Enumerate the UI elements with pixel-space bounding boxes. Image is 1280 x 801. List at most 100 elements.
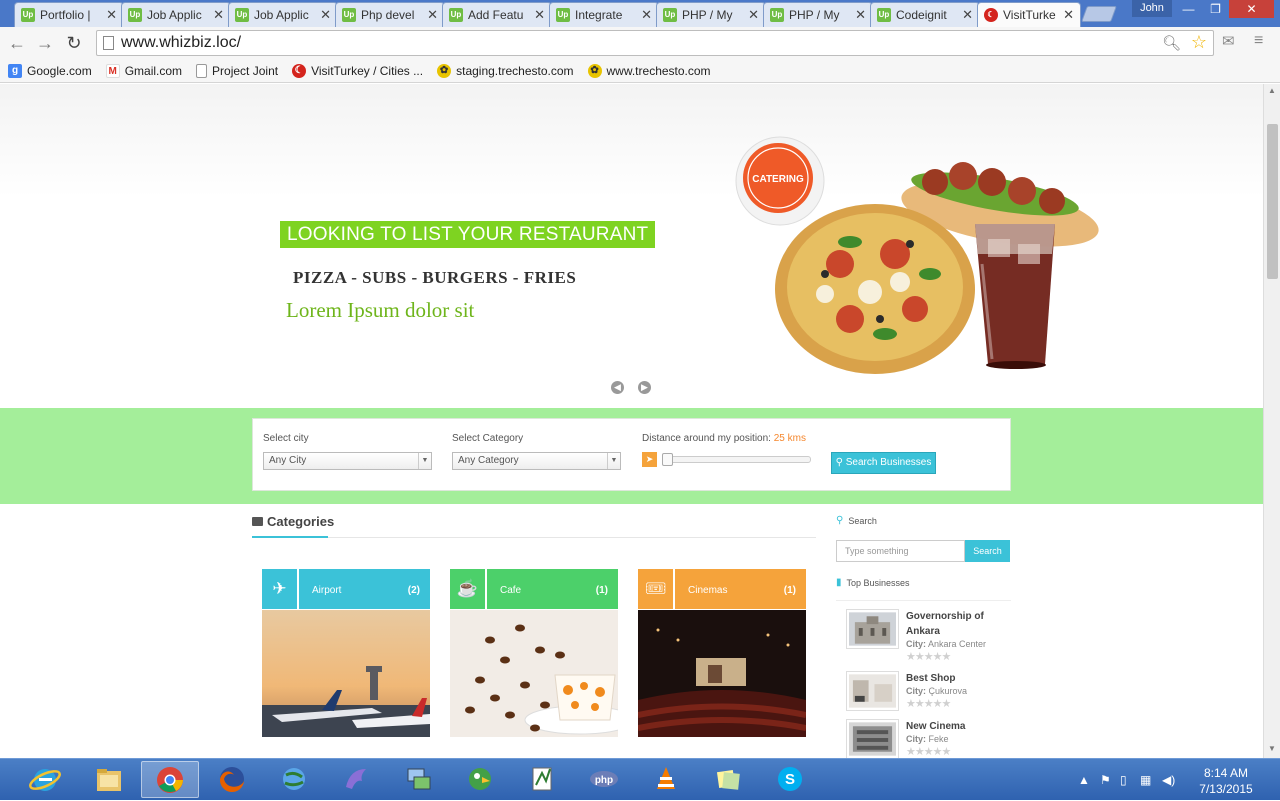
sidebar-search-input[interactable]: Type something	[836, 540, 965, 562]
close-icon[interactable]: ✕	[427, 7, 438, 23]
gmail-extension-icon[interactable]: ✉	[1222, 32, 1235, 50]
menu-icon[interactable]: ≡	[1254, 32, 1263, 50]
browser-tab[interactable]: Up Integrate ✕	[549, 2, 659, 27]
new-tab-button[interactable]	[1081, 6, 1117, 22]
browser-tab[interactable]: Up Portfolio | ✕	[14, 2, 124, 27]
bookmark-google[interactable]: g Google.com	[8, 63, 92, 78]
coffee-cup-icon: ☕	[450, 569, 487, 609]
scroll-up-icon[interactable]: ▲	[1268, 86, 1276, 95]
distance-slider-handle[interactable]	[662, 453, 673, 466]
parrot-app-icon[interactable]	[451, 761, 509, 798]
star-rating: ★★★★★	[906, 745, 952, 758]
sidebar-search-button[interactable]: Search	[965, 540, 1010, 562]
close-icon[interactable]: ✕	[748, 7, 759, 23]
dolphin-app-icon[interactable]	[327, 761, 385, 798]
carousel-prev-icon[interactable]: ◀	[611, 381, 624, 394]
top-business-item[interactable]: Best Shop City: Çukurova ★★★★★	[846, 671, 1016, 719]
internet-explorer-icon[interactable]	[16, 761, 74, 798]
php-app-icon[interactable]: php	[575, 761, 633, 798]
category-select[interactable]: Any Category ▼	[452, 452, 621, 470]
sticky-notes-icon[interactable]	[699, 761, 757, 798]
star-icon: ★	[906, 698, 916, 710]
reload-icon[interactable]: ↻	[63, 32, 85, 54]
top-business-item[interactable]: New Cinema City: Feke ★★★★★	[846, 719, 1016, 758]
file-explorer-icon[interactable]	[80, 761, 138, 798]
close-icon[interactable]: ✕	[641, 7, 652, 23]
close-icon[interactable]: ✕	[962, 7, 973, 23]
show-hidden-icons-icon[interactable]: ▲	[1078, 773, 1090, 787]
distance-slider-track[interactable]	[662, 456, 811, 463]
carousel-next-icon[interactable]: ▶	[638, 381, 651, 394]
browser-tab[interactable]: Up Codeignit ✕	[870, 2, 980, 27]
restore-icon[interactable]: ❐	[1202, 0, 1229, 18]
top-business-item[interactable]: Governorship of Ankara City: Ankara Cent…	[846, 609, 1016, 663]
city-select[interactable]: Any City ▼	[263, 452, 432, 470]
page-scrollbar[interactable]: ▲ ▼	[1263, 84, 1280, 758]
upwork-favicon-icon: Up	[877, 8, 891, 22]
profile-button[interactable]: John	[1132, 0, 1172, 17]
category-card-airport[interactable]: ✈ Airport (2)	[262, 569, 430, 737]
distance-label: Distance around my position: 25 kms	[642, 433, 806, 444]
browser-tab[interactable]: Up PHP / My ✕	[763, 2, 873, 27]
star-icon: ★	[941, 746, 952, 758]
upwork-favicon-icon: Up	[342, 8, 356, 22]
location-arrow-icon[interactable]: ➤	[642, 452, 657, 467]
skype-icon[interactable]: S	[761, 761, 819, 798]
cinema-building-photo	[849, 722, 896, 756]
window-controls: — ❐ ✕	[1175, 0, 1274, 18]
volume-icon[interactable]: ◀)	[1162, 773, 1175, 787]
chrome-icon[interactable]	[141, 761, 199, 798]
star-icon: ★	[906, 651, 916, 663]
battery-icon[interactable]: ▯	[1120, 773, 1127, 787]
network-globe-icon[interactable]	[265, 761, 323, 798]
back-arrow-icon[interactable]: ←	[6, 32, 28, 54]
vlc-icon[interactable]	[637, 761, 695, 798]
notepad-plus-plus-icon[interactable]	[513, 761, 571, 798]
business-name[interactable]: Best Shop	[906, 671, 1011, 686]
business-city: City: Feke	[906, 734, 949, 744]
firefox-icon[interactable]	[203, 761, 261, 798]
bookmark-gmail[interactable]: M Gmail.com	[105, 63, 182, 78]
taskbar-clock[interactable]: 8:14 AM 7/13/2015	[1196, 765, 1256, 797]
business-name[interactable]: New Cinema	[906, 719, 1011, 734]
bookmark-star-icon[interactable]: ☆	[1191, 32, 1207, 53]
action-center-flag-icon[interactable]: ⚑	[1100, 773, 1111, 787]
close-icon[interactable]: ✕	[1063, 7, 1074, 23]
close-window-icon[interactable]: ✕	[1229, 0, 1274, 18]
category-card-cinemas[interactable]: 🎟︎ Cinemas (1)	[638, 569, 806, 737]
address-bar[interactable]: www.whizbiz.loc/ 🔍︎ ☆	[96, 30, 1214, 56]
business-name[interactable]: Governorship of Ankara	[906, 609, 1011, 639]
bookmark-staging-trechesto[interactable]: ✿ staging.trechesto.com	[437, 63, 574, 78]
browser-tab[interactable]: Up Php devel ✕	[335, 2, 445, 27]
gmail-icon: M	[105, 63, 120, 78]
upwork-favicon-icon: Up	[128, 8, 142, 22]
browser-tab[interactable]: Up PHP / My ✕	[656, 2, 766, 27]
close-icon[interactable]: ✕	[534, 7, 545, 23]
zoom-icon[interactable]: 🔍︎	[1162, 34, 1181, 52]
close-icon[interactable]: ✕	[855, 7, 866, 23]
browser-tab[interactable]: Up Job Applic ✕	[121, 2, 231, 27]
close-icon[interactable]: ✕	[106, 7, 117, 23]
bookmark-trechesto[interactable]: ✿ www.trechesto.com	[587, 63, 711, 78]
minimize-icon[interactable]: —	[1175, 0, 1202, 18]
business-thumbnail	[846, 719, 899, 758]
scroll-down-icon[interactable]: ▼	[1268, 744, 1276, 753]
network-icon[interactable]: ▦	[1140, 773, 1151, 787]
search-businesses-button[interactable]: ⚲ Search Businesses	[831, 452, 936, 474]
building-photo	[849, 612, 896, 646]
bookmark-visitturkey[interactable]: ☾ VisitTurkey / Cities ...	[292, 63, 423, 78]
close-icon[interactable]: ✕	[213, 7, 224, 23]
browser-tab[interactable]: Up Add Featu ✕	[442, 2, 552, 27]
distance-value: 25 kms	[773, 433, 806, 444]
bookmark-project-joint[interactable]: Project Joint	[196, 63, 278, 78]
category-card-cafe[interactable]: ☕ Cafe (1)	[450, 569, 618, 737]
star-rating: ★★★★★	[906, 697, 951, 710]
upwork-favicon-icon: Up	[770, 8, 784, 22]
forward-arrow-icon[interactable]: →	[34, 32, 56, 54]
browser-tab-active[interactable]: ☾ VisitTurke ✕	[977, 2, 1081, 27]
browser-tab[interactable]: Up Job Applic ✕	[228, 2, 338, 27]
chevron-down-icon: ▼	[607, 453, 620, 469]
close-icon[interactable]: ✕	[320, 7, 331, 23]
scrollbar-thumb[interactable]	[1267, 124, 1278, 279]
remote-desktop-icon[interactable]	[389, 761, 447, 798]
